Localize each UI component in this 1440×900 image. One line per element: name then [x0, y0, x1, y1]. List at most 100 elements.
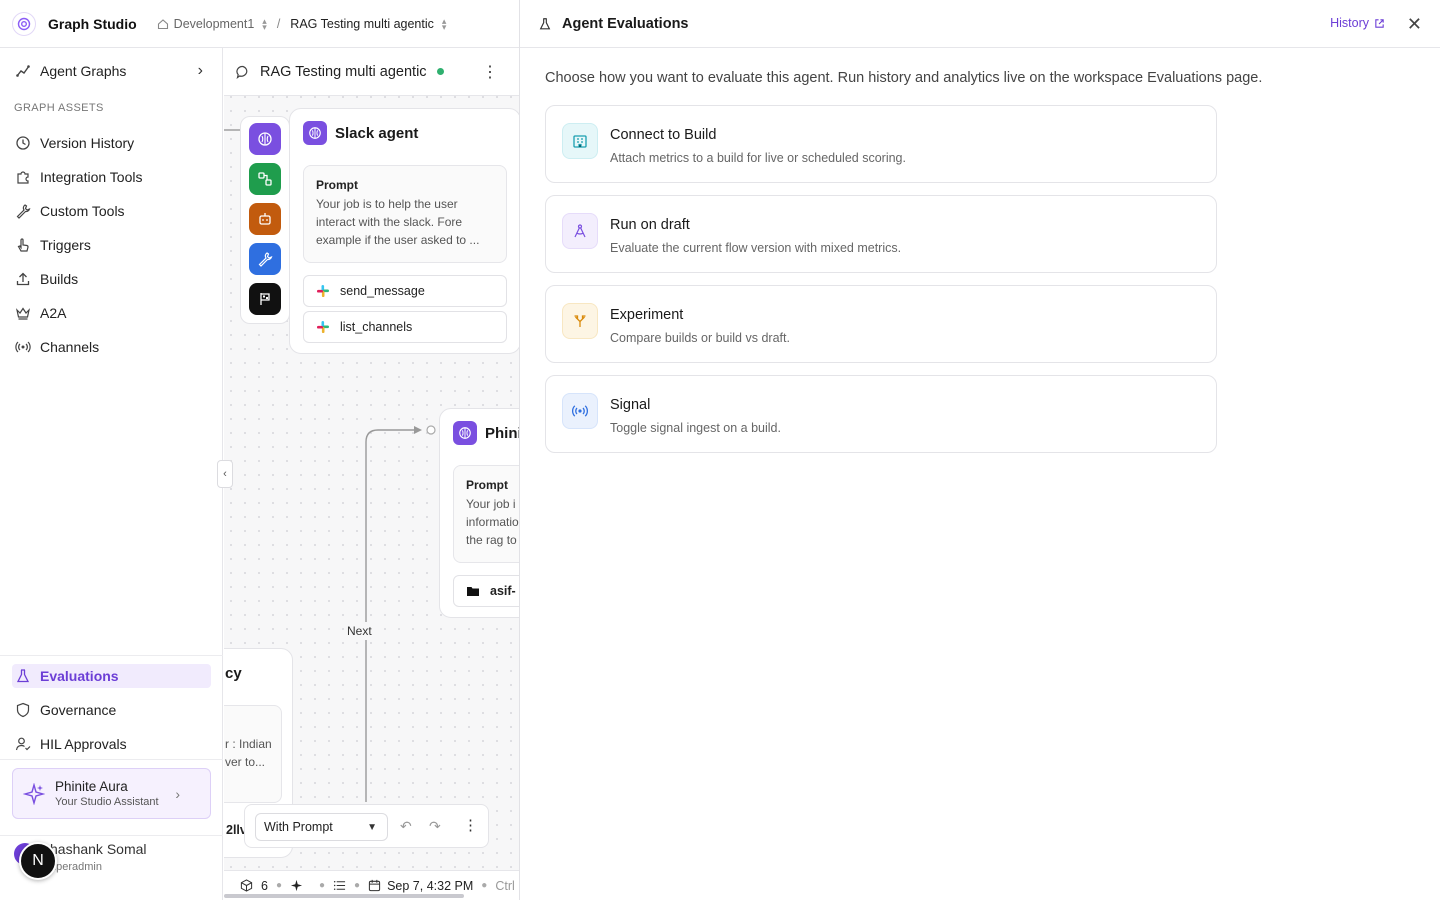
option-description: Evaluate the current flow version with m…: [610, 241, 902, 255]
sidebar-item-label: Triggers: [40, 237, 91, 253]
user-name: hashank Somal: [50, 841, 147, 857]
flask-icon: [538, 17, 552, 31]
flag-node-icon[interactable]: [249, 283, 281, 315]
section-heading: GRAPH ASSETS: [14, 102, 104, 114]
app-logo-icon[interactable]: [12, 11, 36, 36]
sidebar-item-label: Governance: [40, 702, 117, 718]
chevron-right-icon: ›: [197, 62, 203, 79]
assistant-card[interactable]: Phinite Aura Your Studio Assistant ›: [12, 768, 211, 819]
brain-icon: [453, 421, 477, 445]
prompt-box[interactable]: Prompt Your job is to help the user inte…: [303, 165, 507, 263]
sidebar-item-label: Custom Tools: [40, 203, 125, 219]
option-title: Connect to Build: [610, 127, 717, 143]
brain-icon: [303, 121, 327, 145]
collapse-sidebar-button[interactable]: ‹: [217, 460, 233, 488]
edge-label: Next: [344, 622, 375, 640]
sidebar-item-a2a[interactable]: A2A: [12, 301, 211, 325]
slack-icon: [316, 320, 330, 334]
shield-icon: [14, 701, 32, 719]
sidebar-item-version-history[interactable]: Version History: [12, 131, 211, 155]
external-link-icon: [1374, 18, 1385, 29]
sidebar-item-channels[interactable]: Channels: [12, 335, 211, 359]
folder-icon: [466, 584, 480, 598]
option-description: Toggle signal ingest on a build.: [610, 421, 781, 435]
signal-icon: [562, 393, 598, 429]
broadcast-icon: [14, 338, 32, 356]
pointer-icon: [14, 236, 32, 254]
prompt-text: r : Indian ver to...: [225, 737, 272, 769]
node-title: Phini: [485, 425, 519, 442]
robot-node-icon[interactable]: [249, 203, 281, 235]
panel-description: Choose how you want to evaluate this age…: [545, 70, 1263, 86]
slack-icon: [316, 284, 330, 298]
tool-chip[interactable]: asif-: [453, 575, 519, 607]
sidebar-item-builds[interactable]: Builds: [12, 267, 211, 291]
wrench-node-icon[interactable]: [249, 243, 281, 275]
saved-timestamp: Sep 7, 4:32 PM: [387, 878, 474, 893]
option-experiment[interactable]: Experiment Compare builds or build vs dr…: [545, 285, 1217, 363]
chevron-down-icon: ▼: [367, 821, 377, 833]
sidebar-item-label: Builds: [40, 271, 79, 287]
prompt-box[interactable]: Prompt Your job i informatio the rag to: [453, 465, 519, 563]
sidebar-item-label: HIL Approvals: [40, 736, 127, 752]
chevron-updown-icon[interactable]: ▴ ▾: [262, 16, 267, 31]
chevron-updown-icon[interactable]: ▴ ▾: [442, 16, 447, 31]
node-title: cy: [225, 665, 242, 682]
sidebar-item-governance[interactable]: Governance: [12, 698, 211, 722]
wrench-icon: [14, 202, 32, 220]
assistant-name: Phinite Aura: [55, 779, 128, 794]
tool-chip[interactable]: list_channels: [303, 311, 507, 343]
sidebar-item-hil-approvals[interactable]: HIL Approvals: [12, 732, 211, 756]
divider: [0, 655, 223, 656]
prompt-mode-select[interactable]: With Prompt ▼: [255, 813, 388, 841]
undo-icon[interactable]: ↶: [400, 818, 412, 835]
upload-icon: [14, 270, 32, 288]
sidebar-item-label: Integration Tools: [40, 169, 143, 185]
chevron-left-icon: ‹: [223, 468, 227, 480]
panel-header: Agent Evaluations: [520, 0, 1440, 48]
flow-node-icon[interactable]: [249, 163, 281, 195]
prompt-label: Prompt: [466, 478, 508, 492]
graph-line-icon: [14, 62, 32, 80]
app-title: Graph Studio: [48, 15, 137, 32]
puzzle-icon: [14, 168, 32, 186]
graph-switcher[interactable]: RAG Testing multi agentic: [290, 17, 434, 31]
sidebar-item-integration-tools[interactable]: Integration Tools: [12, 165, 211, 189]
option-run-on-draft[interactable]: Run on draft Evaluate the current flow v…: [545, 195, 1217, 273]
brain-node-icon[interactable]: [249, 123, 281, 155]
notification-badge-button[interactable]: N: [19, 842, 57, 880]
option-title: Signal: [610, 397, 651, 413]
sidebar-item-label: A2A: [40, 305, 67, 321]
phinite-agent-node[interactable]: Phini Prompt Your job i informatio the r…: [439, 408, 519, 618]
more-options-icon[interactable]: ⋮: [463, 816, 478, 834]
redo-icon[interactable]: ↷: [429, 818, 441, 835]
horizontal-scrollbar[interactable]: [224, 894, 464, 898]
sidebar-item-agent-graphs[interactable]: Agent Graphs ›: [12, 59, 211, 83]
graph-canvas[interactable]: RAG Testing multi agentic ⋮ Slack agent …: [224, 48, 519, 900]
tool-chip[interactable]: send_message: [303, 275, 507, 307]
prompt-text: Your job is to help the user interact wi…: [316, 197, 480, 247]
option-title: Experiment: [610, 307, 684, 323]
separator-dot: ●: [275, 880, 282, 891]
option-connect-to-build[interactable]: Connect to Build Attach metrics to a bui…: [545, 105, 1217, 183]
option-title: Run on draft: [610, 217, 690, 233]
slack-agent-node[interactable]: Slack agent Prompt Your job is to help t…: [289, 108, 519, 354]
flask-icon: [14, 667, 32, 685]
sidebar-item-label: Channels: [40, 339, 100, 355]
close-icon[interactable]: ✕: [1407, 14, 1422, 35]
sidebar-item-triggers[interactable]: Triggers: [12, 233, 211, 257]
sidebar-item-evaluations[interactable]: Evaluations: [12, 664, 211, 688]
divider: [0, 759, 223, 760]
tool-name: asif-: [490, 584, 516, 598]
crown-icon: [14, 304, 32, 322]
option-description: Attach metrics to a build for live or sc…: [610, 151, 906, 165]
option-signal[interactable]: Signal Toggle signal ingest on a build.: [545, 375, 1217, 453]
workspace-switcher[interactable]: Development1: [174, 17, 255, 31]
sidebar-item-custom-tools[interactable]: Custom Tools: [12, 199, 211, 223]
history-link[interactable]: History: [1330, 16, 1385, 30]
separator-dot: ●: [481, 880, 488, 891]
divider: [0, 835, 223, 836]
node-title: Slack agent: [335, 125, 419, 142]
list-icon[interactable]: [333, 879, 346, 892]
prompt-box[interactable]: r : Indian ver to...: [224, 705, 282, 803]
